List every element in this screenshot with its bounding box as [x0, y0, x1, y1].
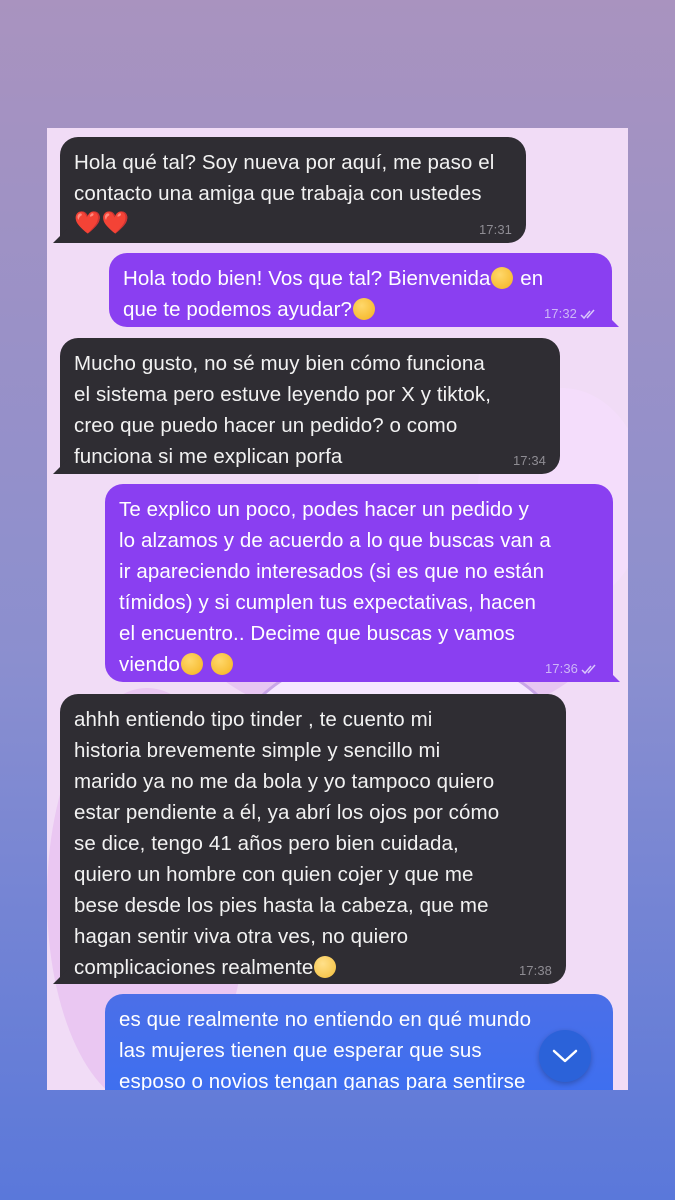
message-time: 17:32: [543, 306, 577, 321]
smiling-face-with-hearts-icon: [210, 653, 233, 675]
message-text: ahhh entiendo tipo tinder , te cuento mi…: [74, 708, 500, 979]
heart-emoji-line: ❤️❤️: [74, 210, 129, 235]
message-text: Mucho gusto, no sé muy bien cómo funcion…: [74, 352, 492, 468]
message-bubble-incoming[interactable]: Hola qué tal? Soy nueva por aquí, me pas…: [53, 137, 526, 243]
message-text: Hola todo bien! Vos que tal? Bienvenida: [123, 267, 491, 290]
chevron-down-icon: [552, 1049, 578, 1063]
message-time: 17:38: [518, 963, 552, 978]
smiling-face-with-hearts-icon: [181, 653, 204, 675]
message-text: es que realmente no entiendo en qué mund…: [119, 1008, 532, 1090]
message-text: Hola qué tal? Soy nueva por aquí, me pas…: [74, 151, 495, 205]
face-blowing-kiss-icon: [353, 298, 376, 320]
scroll-to-bottom-button[interactable]: [539, 1030, 591, 1082]
message-bubble-incoming[interactable]: ahhh entiendo tipo tinder , te cuento mi…: [53, 694, 566, 984]
message-time: 17:36: [544, 661, 578, 676]
message-text-wrapper: ahhh entiendo tipo tinder , te cuento mi…: [74, 704, 552, 983]
message-text-wrapper: Te explico un poco, podes hacer un pedid…: [119, 494, 599, 680]
message-text: Te explico un poco, podes hacer un pedid…: [119, 498, 551, 676]
flushed-hot-face-icon: [314, 956, 337, 978]
message-bubble-outgoing[interactable]: es que realmente no entiendo en qué mund…: [105, 994, 613, 1090]
message-meta: 17:32: [544, 307, 598, 321]
double-check-icon: [580, 309, 595, 320]
message-bubble-outgoing[interactable]: Hola todo bien! Vos que tal? Bienvenida …: [109, 253, 619, 327]
message-time: 17:31: [478, 222, 512, 237]
message-meta: 17:36: [545, 662, 599, 676]
chat-screenshot: Hola qué tal? Soy nueva por aquí, me pas…: [47, 128, 628, 1090]
smiling-face-with-hearts-icon: [491, 267, 514, 289]
message-time: 17:34: [512, 453, 546, 468]
message-bubble-outgoing[interactable]: Te explico un poco, podes hacer un pedid…: [105, 484, 620, 682]
double-check-icon: [581, 664, 596, 675]
message-bubble-incoming[interactable]: Mucho gusto, no sé muy bien cómo funcion…: [53, 338, 560, 474]
message-text-wrapper: Hola todo bien! Vos que tal? Bienvenida …: [123, 263, 598, 325]
